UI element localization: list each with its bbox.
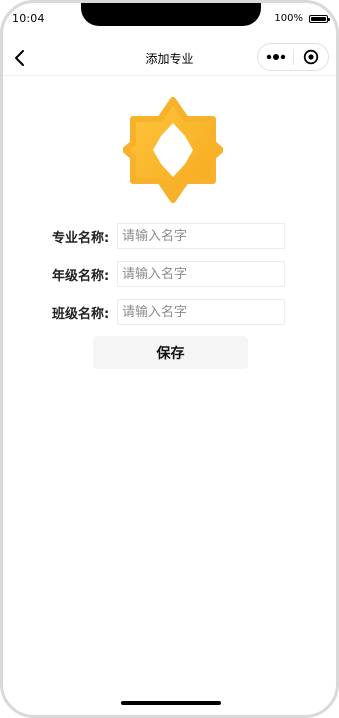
grade-name-label: 年级名称: [52,268,110,284]
close-button[interactable] [294,44,328,70]
battery-cap [328,17,330,21]
home-indicator[interactable] [121,701,221,705]
status-time: 10:04 [12,12,45,25]
target-circle-icon [303,49,319,65]
nav-divider [3,75,336,76]
status-bar: 10:04 100% [3,3,336,33]
form-row-major: 专业名称: [52,222,292,250]
nav-bar: 添加专业 [3,41,336,75]
class-name-input[interactable] [117,299,285,325]
major-name-input[interactable] [117,223,285,249]
battery-percent: 100% [274,13,303,24]
save-button[interactable]: 保存 [93,336,248,369]
mini-program-capsule [257,43,329,71]
battery-icon [309,14,330,23]
form-row-grade: 年级名称: [52,260,292,288]
add-major-form: 专业名称: 年级名称: 班级名称: [52,222,292,336]
grade-name-input[interactable] [117,261,285,287]
form-row-class: 班级名称: [52,298,292,326]
status-right: 100% [274,13,330,24]
more-dots-icon [266,54,285,60]
more-button[interactable] [258,44,293,70]
phone-frame: 10:04 100% 添加专业 专业名称: 请输入名字 年级名称: 请输入名字 … [0,0,339,718]
hexagram-star-logo [122,95,224,205]
major-name-label: 专业名称: [52,230,110,246]
class-name-label: 班级名称: [52,306,110,322]
battery-fill [311,16,326,21]
